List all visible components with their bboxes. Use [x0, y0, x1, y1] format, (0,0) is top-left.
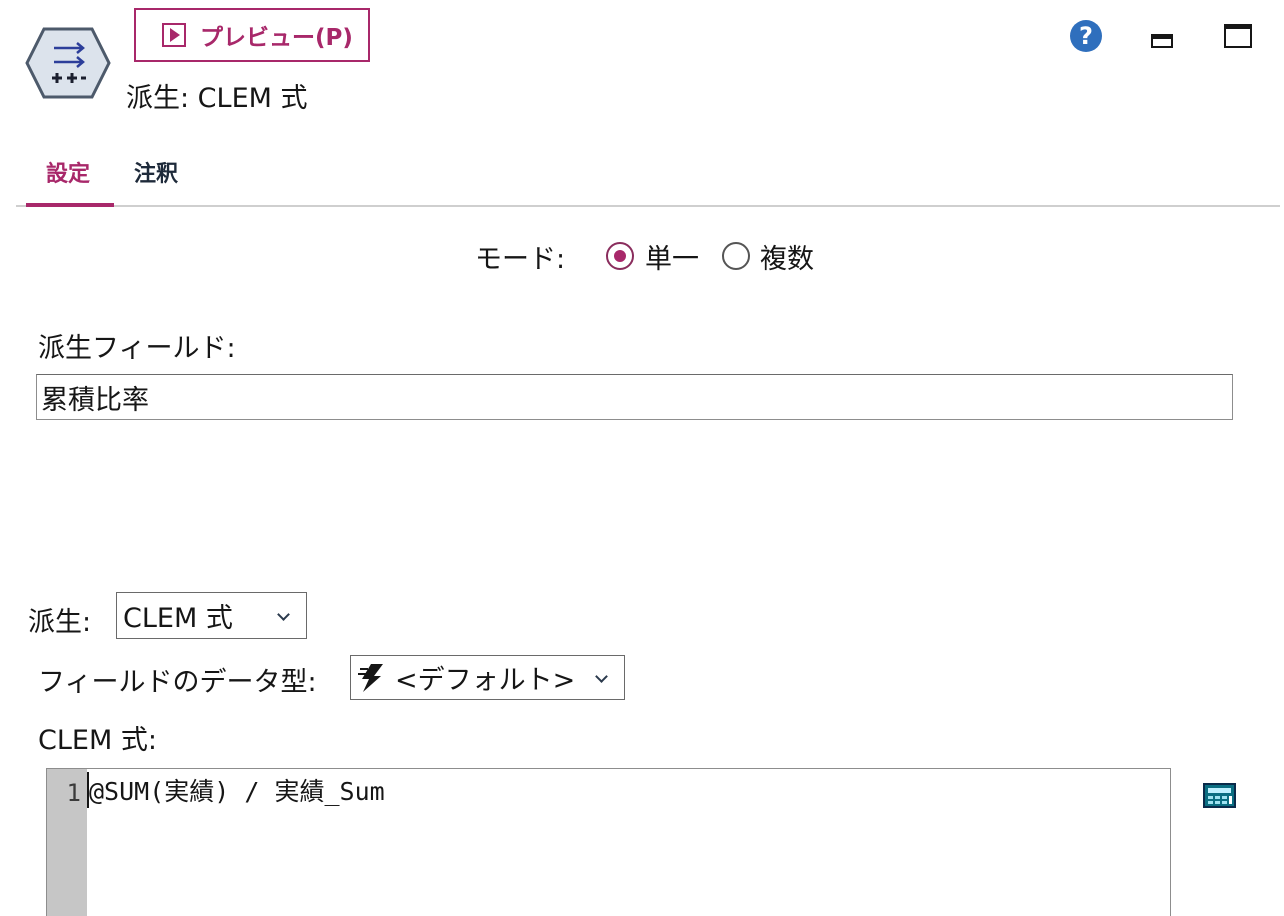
derive-as-label: 派生:: [28, 607, 92, 638]
minimize-icon[interactable]: [1151, 34, 1173, 48]
derive-field-label: 派生フィールド:: [38, 333, 236, 364]
tab-annotations[interactable]: 注釈: [134, 156, 178, 188]
line-number-gutter: 1: [47, 769, 87, 916]
chevron-down-icon: [595, 669, 608, 683]
mode-label: モード:: [475, 244, 566, 275]
field-type-label: フィールドのデータ型:: [38, 667, 317, 698]
derive-as-value: CLEM 式: [123, 603, 233, 634]
preview-label: プレビュー(P): [200, 25, 353, 51]
derive-field-input[interactable]: [36, 374, 1233, 420]
preview-button[interactable]: プレビュー(P): [134, 8, 370, 62]
calculator-icon[interactable]: [1203, 783, 1236, 808]
mode-single-radio[interactable]: [606, 242, 634, 270]
node-title: 派生: CLEM 式: [126, 83, 308, 114]
lightning-icon: [358, 663, 383, 692]
derive-node-dialog: プレビュー(P) 派生: CLEM 式 ? 設定 注釈 モード: 単一 複数 派…: [0, 0, 1284, 916]
chevron-down-icon: [277, 607, 290, 621]
field-type-select[interactable]: <デフォルト>: [350, 655, 625, 700]
tab-settings[interactable]: 設定: [46, 156, 90, 188]
active-tab-indicator: [26, 203, 114, 207]
tab-divider: [16, 205, 1280, 207]
expression-text[interactable]: @SUM(実績) / 実績_Sum: [87, 772, 385, 808]
maximize-icon[interactable]: [1224, 24, 1252, 48]
play-icon: [162, 23, 186, 47]
help-icon[interactable]: ?: [1070, 20, 1102, 52]
clem-expression-label: CLEM 式:: [38, 725, 157, 756]
mode-multiple-label[interactable]: 複数: [760, 237, 814, 276]
field-type-value: <デフォルト>: [395, 665, 576, 696]
line-number: 1: [66, 779, 81, 807]
mode-single-label[interactable]: 単一: [645, 237, 699, 276]
clem-expression-editor[interactable]: 1 @SUM(実績) / 実績_Sum: [46, 768, 1171, 916]
derive-node-icon: [25, 27, 111, 99]
mode-multiple-radio[interactable]: [722, 242, 750, 270]
derive-as-select[interactable]: CLEM 式: [116, 592, 307, 639]
